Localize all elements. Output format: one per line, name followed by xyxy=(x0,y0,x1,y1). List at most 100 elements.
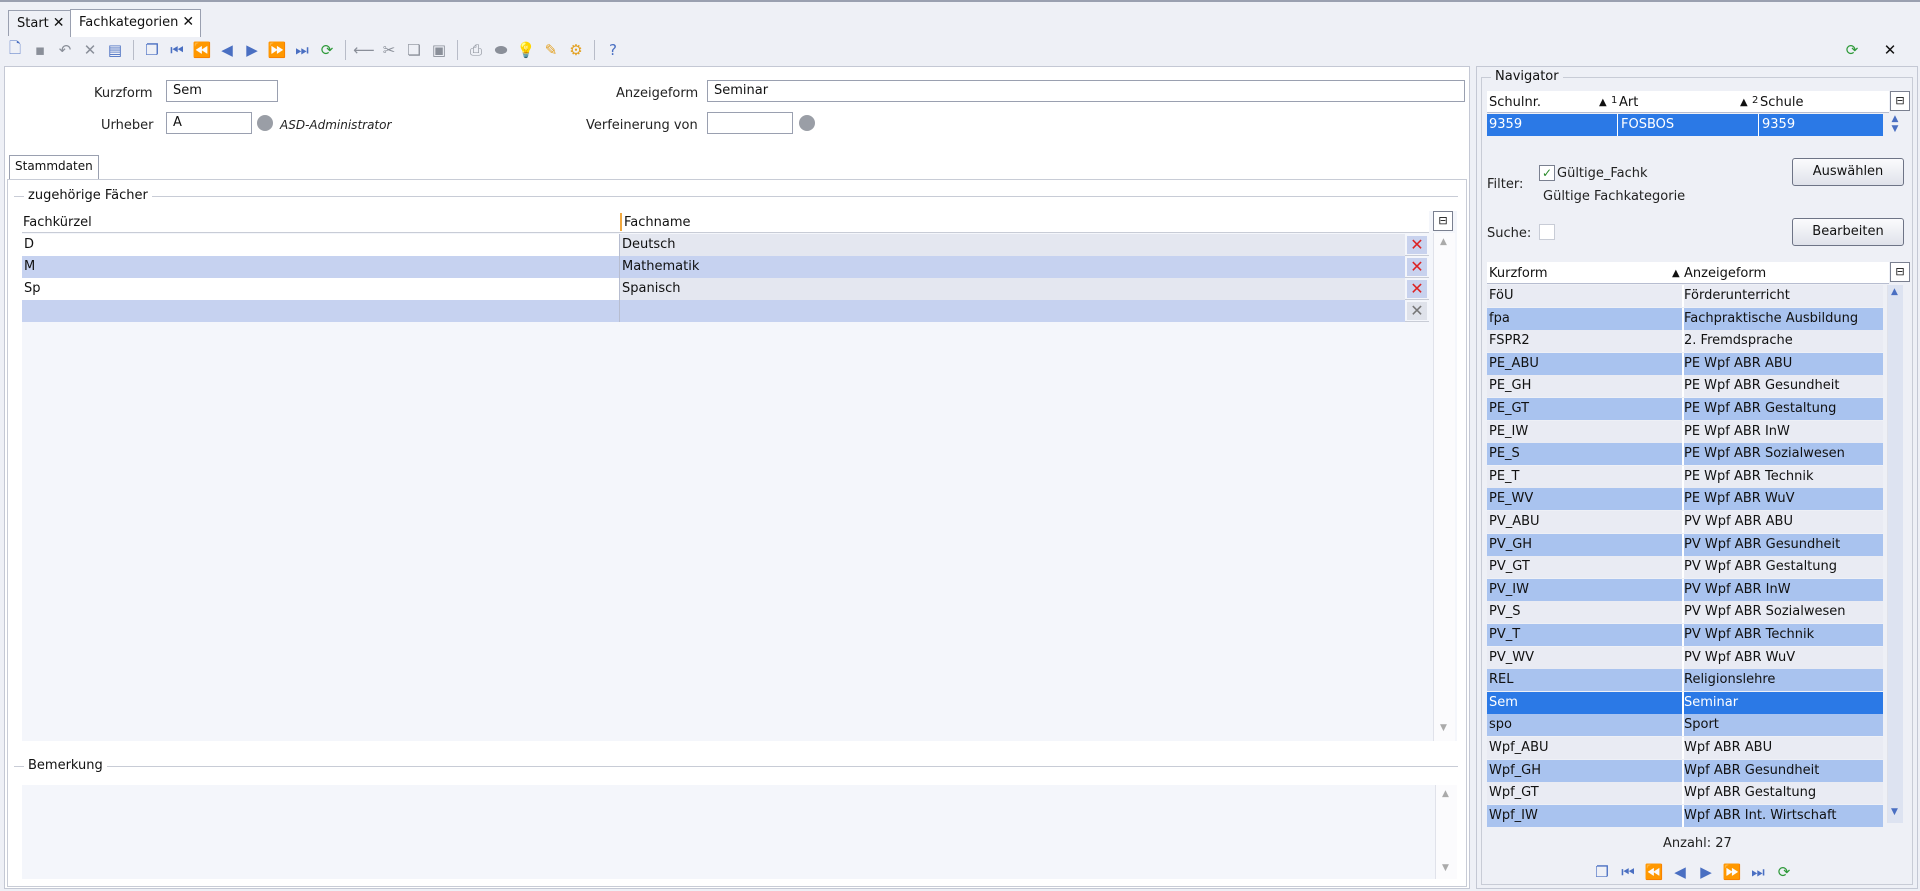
next-page-icon[interactable]: ⏩ xyxy=(266,39,288,61)
list-item[interactable]: PE_GT PE Wpf ABR Gestaltung xyxy=(1487,398,1883,420)
fachname-cell[interactable]: Spanisch xyxy=(620,278,1405,300)
fachname-cell[interactable] xyxy=(620,300,1405,322)
save-icon[interactable]: ▪ xyxy=(29,39,51,61)
list-item[interactable]: FSPR2 2. Fremdsprache xyxy=(1487,330,1883,353)
auswaehlen-button[interactable]: Auswählen xyxy=(1792,158,1904,186)
column-header[interactable]: Fachkürzel xyxy=(23,215,92,230)
school-row[interactable]: 9359 FOSBOS 9359 xyxy=(1487,114,1883,136)
fachname-cell[interactable]: Mathematik xyxy=(620,256,1405,278)
next-icon[interactable]: ▶ xyxy=(1695,861,1717,883)
column-header[interactable]: Kurzform xyxy=(1489,266,1548,281)
last-icon[interactable]: ⏭ xyxy=(291,39,313,61)
settings-icon[interactable]: ⚙ xyxy=(565,39,587,61)
list-item[interactable]: PV_WV PV Wpf ABR WuV xyxy=(1487,646,1883,669)
list-item[interactable]: PV_IW PV Wpf ABR InW xyxy=(1487,578,1883,601)
list-item[interactable]: PE_IW PE Wpf ABR InW xyxy=(1487,420,1883,443)
list-item[interactable]: PE_T PE Wpf ABR Technik xyxy=(1487,465,1883,488)
column-header[interactable]: Fachname xyxy=(624,215,691,230)
close-icon[interactable]: ✕ xyxy=(182,14,194,30)
tab-start[interactable]: Start ✕ xyxy=(8,10,72,36)
column-header[interactable]: Art xyxy=(1619,95,1638,110)
column-chooser-icon[interactable]: ⊟ xyxy=(1890,91,1910,111)
list-item[interactable]: PV_ABU PV Wpf ABR ABU xyxy=(1487,511,1883,533)
print-icon[interactable]: ⎙ xyxy=(465,39,487,61)
list-item[interactable]: FöU Förderunterricht xyxy=(1487,285,1883,307)
delete-row-icon[interactable]: ✕ xyxy=(1407,236,1427,254)
list-item[interactable]: PV_GH PV Wpf ABR Gesundheit xyxy=(1487,533,1883,556)
list-item[interactable]: PV_GT PV Wpf ABR Gestaltung xyxy=(1487,556,1883,579)
first-icon[interactable]: ⏮ xyxy=(1617,861,1639,883)
scroll-down-icon[interactable]: ▼ xyxy=(1442,863,1449,873)
fachkuerzel-cell[interactable]: Sp xyxy=(22,278,620,300)
undo-icon[interactable]: ↶ xyxy=(54,39,76,61)
copy-record-icon[interactable]: ❐ xyxy=(141,39,163,61)
list-item[interactable]: PV_T PV Wpf ABR Technik xyxy=(1487,624,1883,646)
navigator-scrollbar[interactable]: ▲ ▼ xyxy=(1887,285,1903,823)
column-header[interactable]: Schulnr. xyxy=(1489,95,1541,110)
hint-icon[interactable]: 💡 xyxy=(515,39,537,61)
new-icon[interactable]: 🗋 xyxy=(4,39,26,61)
last-icon[interactable]: ⏭ xyxy=(1747,861,1769,883)
table-row[interactable]: D Deutsch ✕ xyxy=(22,234,1429,256)
fachname-cell[interactable]: Deutsch xyxy=(620,234,1405,256)
scroll-down-icon[interactable]: ▼ xyxy=(1891,807,1898,817)
next-page-icon[interactable]: ⏩ xyxy=(1721,861,1743,883)
list-item[interactable]: Wpf_ABU Wpf ABR ABU xyxy=(1487,737,1883,759)
list-item[interactable]: spo Sport xyxy=(1487,714,1883,737)
paste-icon[interactable]: ▣ xyxy=(428,39,450,61)
prev-icon[interactable]: ◀ xyxy=(1669,861,1691,883)
bemerkung-textarea[interactable] xyxy=(22,785,1457,879)
bearbeiten-button[interactable]: Bearbeiten xyxy=(1792,218,1904,246)
print-form-icon[interactable]: ▤ xyxy=(104,39,126,61)
column-header[interactable]: Schule xyxy=(1760,95,1804,110)
school-spinner-icon[interactable]: ▲ ▼ xyxy=(1887,114,1903,136)
close-icon[interactable]: ✕ xyxy=(1878,38,1902,62)
search-checkbox[interactable] xyxy=(1539,224,1555,240)
scroll-down-icon[interactable]: ▼ xyxy=(1440,723,1447,733)
delete-row-icon[interactable]: ✕ xyxy=(1407,280,1427,298)
prev-page-icon[interactable]: ⏪ xyxy=(1643,861,1665,883)
delete-icon[interactable]: ✕ xyxy=(79,39,101,61)
list-item[interactable]: PE_WV PE Wpf ABR WuV xyxy=(1487,488,1883,511)
preview-icon[interactable]: ⬬ xyxy=(490,39,512,61)
refresh-icon[interactable]: ⟳ xyxy=(1840,38,1864,62)
list-item[interactable]: Wpf_IW Wpf ABR Int. Wirtschaft xyxy=(1487,804,1883,827)
list-item[interactable]: Wpf_GH Wpf ABR Gesundheit xyxy=(1487,759,1883,782)
refresh-icon[interactable]: ⟳ xyxy=(316,39,338,61)
scroll-up-icon[interactable]: ▲ xyxy=(1440,237,1447,247)
list-item[interactable]: fpa Fachpraktische Ausbildung xyxy=(1487,307,1883,330)
table-row[interactable]: Sp Spanisch ✕ xyxy=(22,278,1429,300)
tab-stammdaten[interactable]: Stammdaten xyxy=(9,155,99,179)
clear-icon[interactable]: ✎ xyxy=(540,39,562,61)
table-row[interactable]: M Mathematik ✕ xyxy=(22,256,1429,278)
column-chooser-icon[interactable]: ⊟ xyxy=(1890,262,1910,282)
column-header[interactable]: Anzeigeform xyxy=(1684,266,1766,281)
list-item[interactable]: REL Religionslehre xyxy=(1487,669,1883,692)
next-icon[interactable]: ▶ xyxy=(241,39,263,61)
lookup-icon[interactable] xyxy=(257,115,273,131)
filter-checkbox[interactable]: ✓ xyxy=(1539,165,1555,181)
column-resize-handle[interactable] xyxy=(620,213,622,231)
separator-icon[interactable]: ⟵ xyxy=(353,39,375,61)
tab-fachkategorien[interactable]: Fachkategorien ✕ xyxy=(70,9,202,37)
scroll-up-icon[interactable]: ▲ xyxy=(1891,287,1898,297)
fachkuerzel-cell[interactable]: D xyxy=(22,234,620,256)
list-item[interactable]: PE_S PE Wpf ABR Sozialwesen xyxy=(1487,443,1883,466)
column-chooser-icon[interactable]: ⊟ xyxy=(1433,211,1453,231)
copy-record-icon[interactable]: ❐ xyxy=(1591,861,1613,883)
urheber-field[interactable]: A xyxy=(166,112,252,134)
fachkuerzel-cell[interactable]: M xyxy=(22,256,620,278)
list-item[interactable]: PE_ABU PE Wpf ABR ABU xyxy=(1487,352,1883,375)
prev-icon[interactable]: ◀ xyxy=(216,39,238,61)
scroll-up-icon[interactable]: ▲ xyxy=(1442,789,1449,799)
help-icon[interactable]: ? xyxy=(602,39,624,61)
table-scrollbar[interactable]: ▲ ▼ xyxy=(1433,233,1455,741)
refresh-icon[interactable]: ⟳ xyxy=(1773,861,1795,883)
new-row[interactable]: ✕ xyxy=(22,300,1429,322)
list-item[interactable]: Wpf_GT Wpf ABR Gestaltung xyxy=(1487,782,1883,805)
first-icon[interactable]: ⏮ xyxy=(166,39,188,61)
copy-icon[interactable]: ❏ xyxy=(403,39,425,61)
kurzform-field[interactable]: Sem xyxy=(166,80,278,102)
delete-row-icon[interactable]: ✕ xyxy=(1407,258,1427,276)
bemerkung-scrollbar[interactable]: ▲ ▼ xyxy=(1435,785,1457,879)
